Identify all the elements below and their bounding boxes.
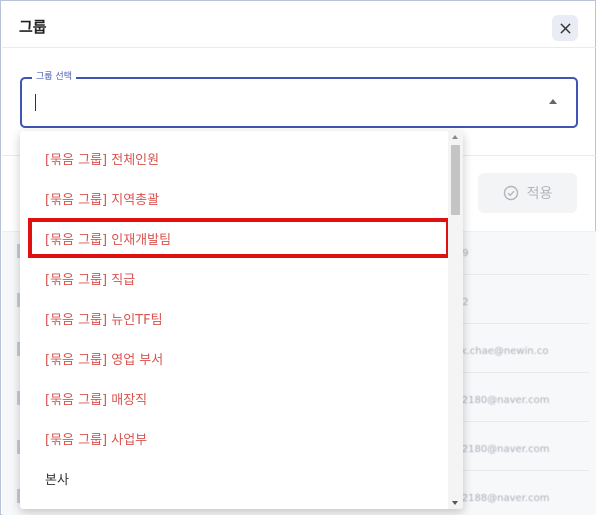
group-select[interactable]: 그룹 선택 — [20, 71, 578, 128]
option-label: [묶음 그룹] 직급 — [45, 272, 136, 288]
scroll-up-icon[interactable] — [452, 135, 458, 139]
option-job-rank[interactable]: [묶음 그룹] 직급 — [20, 258, 446, 298]
list-item: ri19 — [449, 248, 589, 259]
row-divider — [449, 470, 589, 471]
row-divider — [449, 274, 589, 275]
option-headquarters[interactable]: 본사 — [20, 458, 446, 498]
list-item: uck.chae@newin.co — [449, 346, 549, 357]
row-divider — [449, 372, 589, 373]
list-item: 102188@naver.com — [449, 493, 550, 504]
text-cursor — [35, 94, 36, 111]
option-label: [묶음 그룹] 전체인원 — [45, 152, 160, 168]
check-circle-icon — [503, 185, 518, 201]
option-label: [묶음 그룹] 뉴인TF팀 — [45, 312, 163, 328]
dialog-header: 그룹 — [2, 2, 596, 48]
dialog-title: 그룹 — [19, 18, 47, 36]
arrow-up-icon[interactable] — [549, 99, 557, 104]
group-select-label: 그룹 선택 — [32, 71, 76, 83]
option-label: [묶음 그룹] 사업부 — [45, 432, 148, 448]
scroll-thumb[interactable] — [451, 145, 460, 215]
close-button[interactable] — [552, 15, 578, 41]
option-label: [묶음 그룹] 지역총괄 — [45, 192, 160, 208]
dropdown-scrollbar[interactable] — [448, 131, 463, 509]
option-store-staff[interactable]: [묶음 그룹] 매장직 — [20, 378, 446, 418]
option-business-division[interactable]: [묶음 그룹] 사업부 — [20, 418, 446, 458]
group-dropdown-list: [묶음 그룹] 전체인원 [묶음 그룹] 지역총괄 [묶음 그룹] 인재개발팀 … — [20, 131, 463, 509]
option-label: [묶음 그룹] 매장직 — [45, 392, 148, 408]
highlight-box — [28, 218, 450, 258]
close-icon — [559, 22, 571, 34]
row-divider — [449, 421, 589, 422]
option-newin-tf-team[interactable]: [묶음 그룹] 뉴인TF팀 — [20, 298, 446, 338]
scroll-down-icon[interactable] — [452, 501, 458, 505]
list-item: 102180@naver.com — [449, 395, 550, 406]
option-sales-department[interactable]: [묶음 그룹] 영업 부서 — [20, 338, 446, 378]
option-regional-heads[interactable]: [묶음 그룹] 지역총괄 — [20, 178, 446, 218]
list-item: 102180@naver.com — [449, 444, 550, 455]
row-divider — [449, 323, 589, 324]
option-label: 본사 — [45, 472, 69, 488]
apply-label: 적용 — [526, 186, 553, 202]
option-all-members[interactable]: [묶음 그룹] 전체인원 — [20, 138, 446, 178]
option-label: [묶음 그룹] 영업 부서 — [45, 352, 164, 368]
apply-button[interactable]: 적용 — [478, 173, 577, 213]
group-dialog: 그룹 적용 ri19 ri12 uck.chae@newin.co 102180… — [0, 0, 596, 515]
list-item: ri12 — [449, 297, 589, 308]
